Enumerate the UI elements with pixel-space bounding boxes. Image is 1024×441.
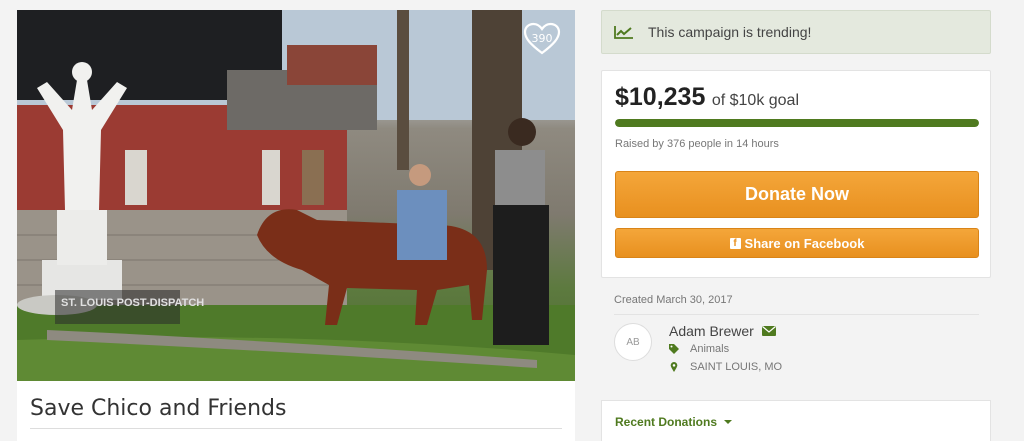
donation-panel: $10,235 of $10k goal Raised by 376 peopl… (601, 70, 991, 278)
share-facebook-label: Share on Facebook (744, 235, 865, 251)
location-row: SAINT LOUIS, MO (669, 361, 782, 373)
campaign-card: ST. LOUIS POST-DISPATCH 390 Save Chico a… (17, 10, 575, 441)
tag-icon (669, 344, 679, 354)
category-text: Animals (690, 343, 730, 355)
amount-raised: $10,235 of $10k goal (615, 83, 799, 112)
progress-fill (615, 119, 979, 127)
trending-text: This campaign is trending! (648, 24, 812, 40)
trending-banner: This campaign is trending! (601, 10, 991, 54)
organizer-name-link[interactable]: Adam Brewer (669, 323, 776, 339)
facebook-icon: f (729, 237, 741, 249)
category-row[interactable]: Animals (669, 343, 729, 355)
organizer-name: Adam Brewer (669, 323, 754, 339)
raised-summary: Raised by 376 people in 14 hours (615, 138, 779, 150)
recent-donations-panel: Recent Donations (601, 400, 991, 441)
progress-bar (615, 119, 979, 127)
share-facebook-button[interactable]: f Share on Facebook (615, 228, 979, 258)
campaign-photo-illustration: ST. LOUIS POST-DISPATCH (17, 10, 575, 381)
trending-chart-icon (614, 26, 633, 39)
mail-icon[interactable] (761, 326, 776, 336)
amount-value: $10,235 (615, 83, 706, 111)
donate-now-button[interactable]: Donate Now (615, 171, 979, 218)
recent-donations-toggle[interactable]: Recent Donations (615, 415, 733, 429)
divider (30, 428, 562, 429)
campaign-photo: ST. LOUIS POST-DISPATCH 390 (17, 10, 575, 381)
campaign-title: Save Chico and Friends (30, 396, 287, 421)
favorite-count: 390 (531, 32, 553, 45)
location-text: SAINT LOUIS, MO (690, 361, 783, 373)
map-pin-icon (670, 362, 678, 372)
chevron-down-icon (724, 420, 733, 424)
favorite-button[interactable]: 390 (522, 22, 562, 56)
recent-donations-label: Recent Donations (615, 415, 718, 429)
created-date: Created March 30, 2017 (614, 294, 733, 306)
divider (614, 314, 979, 315)
goal-text: of $10k goal (711, 92, 800, 109)
avatar: AB (614, 323, 652, 361)
watermark-text: ST. LOUIS POST-DISPATCH (61, 297, 204, 309)
